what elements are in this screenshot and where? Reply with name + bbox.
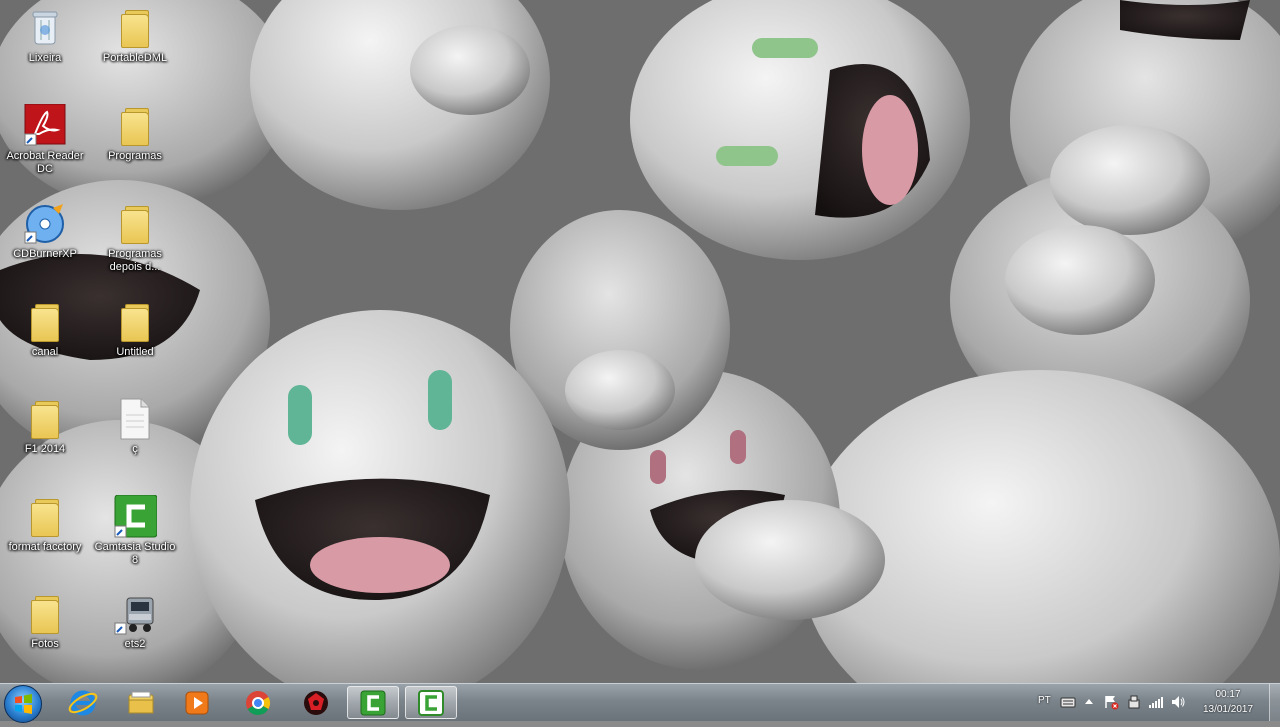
taskbar-file-explorer[interactable] (115, 686, 167, 719)
desktop-icon-programas[interactable]: Programas (91, 104, 179, 163)
action-center-flag-icon[interactable] (1103, 694, 1119, 710)
clock-date[interactable]: 13/01/2017 (1198, 704, 1258, 715)
acrobat-reader-icon (23, 103, 67, 148)
desktop-icon-label: Untitled (116, 346, 154, 358)
taskbar-red-app[interactable] (290, 686, 342, 719)
app-red-icon (304, 690, 328, 715)
desktop-icon-camtasia-studio[interactable]: Camtasia Studio 8 (91, 494, 179, 567)
folder-icon (113, 202, 157, 246)
chrome-icon (246, 690, 271, 715)
desktop-icon-c-cedilla[interactable]: ç (91, 397, 179, 456)
start-button[interactable] (4, 685, 42, 723)
taskbar-camtasia-recorder[interactable] (347, 686, 399, 719)
desktop-icon-label: Fotos (31, 638, 59, 650)
desktop-icon-fotos[interactable]: Fotos (1, 592, 89, 651)
document-icon (113, 397, 157, 441)
desktop-icon-programas-depois[interactable]: Programas depois d... (91, 202, 179, 274)
desktop-icon-label: Lixeira (28, 52, 62, 64)
desktop-icon-label: CDBurnerXP (13, 248, 77, 260)
desktop-icon-cdburnerxp[interactable]: CDBurnerXP (1, 202, 89, 261)
desktop-icon-acrobat-reader[interactable]: Acrobat Reader DC (1, 103, 89, 176)
language-indicator[interactable]: PT (1038, 695, 1051, 706)
media-player-icon (185, 691, 209, 714)
desktop-icon-label: F1 2014 (24, 443, 66, 455)
desktop-icon-canal[interactable]: canal (1, 300, 89, 359)
desktop-wallpaper (0, 0, 1280, 683)
camtasia-recorder-icon (360, 690, 386, 715)
keyboard-icon[interactable] (1060, 695, 1076, 709)
cdburnerxp-icon (23, 202, 67, 246)
network-signal-icon[interactable] (1148, 694, 1164, 710)
desktop-icon-portabledml[interactable]: PortableDML (91, 6, 179, 65)
desktop-icon-untitled[interactable]: Untitled (91, 300, 179, 359)
folder-icon (23, 300, 67, 344)
desktop-icon-f1-2014[interactable]: F1 2014 (1, 397, 89, 456)
truck-icon (113, 592, 157, 636)
folder-icon (23, 397, 67, 441)
taskbar-media-player[interactable] (171, 686, 223, 719)
desktop-icon-ets2[interactable]: ets2 (91, 592, 179, 651)
folder-icon (113, 300, 157, 344)
windows-logo-icon (15, 694, 32, 714)
desktop-icon-label: canal (31, 346, 59, 358)
desktop-icon-label: PortableDML (102, 52, 168, 64)
taskbar-chrome[interactable] (232, 686, 284, 719)
desktop-icon-label: ets2 (124, 638, 146, 650)
volume-icon[interactable] (1170, 694, 1186, 710)
taskbar: PT 00:17 13/01/2017 (0, 683, 1280, 723)
taskbar-internet-explorer[interactable] (57, 686, 109, 719)
desktop-icon-label: Camtasia Studio 8 (94, 541, 176, 566)
camtasia-studio-icon (418, 689, 444, 716)
desktop-icon-label: format facctory (8, 541, 82, 553)
desktop-icon-label: Acrobat Reader DC (6, 150, 84, 175)
show-hidden-icons-icon[interactable] (1084, 697, 1094, 707)
desktop-icon-label: Programas (108, 150, 162, 162)
internet-explorer-icon (68, 690, 98, 715)
show-desktop-button[interactable] (1269, 684, 1280, 721)
folder-icon (113, 6, 157, 50)
clock-time[interactable]: 00:17 (1198, 689, 1258, 700)
safely-remove-hardware-icon[interactable] (1126, 694, 1142, 710)
folder-icon (23, 592, 67, 636)
desktop-icon-format-facctory[interactable]: format facctory (1, 495, 89, 554)
desktop-icon-label: Programas depois d... (108, 248, 162, 273)
desktop-icon-recycle-bin[interactable]: Lixeira (1, 6, 89, 65)
camtasia-icon (113, 494, 158, 539)
desktop-icon-label: ç (132, 443, 138, 455)
folder-icon (113, 104, 157, 148)
recycle-bin-icon (23, 6, 67, 50)
taskbar-camtasia-studio[interactable] (405, 686, 457, 719)
system-tray: PT 00:17 13/01/2017 (1030, 684, 1280, 721)
folder-icon (23, 495, 67, 539)
file-explorer-icon (128, 691, 154, 713)
